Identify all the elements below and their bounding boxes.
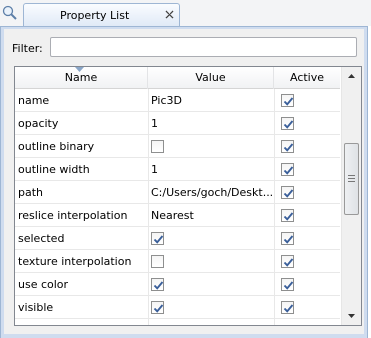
table-row[interactable]: outline width 1	[15, 158, 340, 181]
table-row[interactable]: name Pic3D	[15, 89, 340, 112]
property-name: reslice interpolation	[18, 209, 128, 222]
property-name: outline binary	[18, 140, 95, 153]
active-checkbox[interactable]	[281, 140, 294, 153]
table-header: Name Value Active	[15, 67, 340, 89]
active-checkbox[interactable]	[281, 278, 294, 291]
active-checkbox[interactable]	[281, 255, 294, 268]
sort-arrow-icon	[75, 67, 84, 72]
property-name: texture interpolation	[18, 255, 132, 268]
active-checkbox[interactable]	[281, 209, 294, 222]
property-value[interactable]	[151, 250, 272, 273]
tab-title: Property List	[60, 9, 130, 22]
property-value-text: Pic3D	[151, 94, 182, 107]
value-checkbox[interactable]	[151, 255, 164, 268]
close-icon[interactable]	[163, 8, 176, 21]
property-value[interactable]	[151, 296, 272, 319]
property-active	[278, 112, 338, 135]
table-row[interactable]	[15, 319, 340, 325]
active-checkbox[interactable]	[281, 186, 294, 199]
value-checkbox[interactable]	[151, 232, 164, 245]
active-checkbox[interactable]	[281, 301, 294, 314]
scrollbar-thumb[interactable]	[344, 143, 359, 215]
active-checkbox[interactable]	[281, 94, 294, 107]
property-active	[278, 204, 338, 227]
property-active	[278, 135, 338, 158]
property-name: path	[18, 186, 44, 199]
property-value[interactable]	[151, 135, 272, 158]
scroll-down-icon[interactable]	[343, 308, 360, 324]
table-row[interactable]: texture interpolation	[15, 250, 340, 273]
property-active	[278, 227, 338, 250]
value-checkbox[interactable]	[151, 140, 164, 153]
property-value-text: Nearest	[151, 209, 194, 222]
table-row[interactable]: reslice interpolation Nearest	[15, 204, 340, 227]
column-header-active[interactable]: Active	[274, 67, 340, 89]
table-row[interactable]: opacity 1	[15, 112, 340, 135]
active-checkbox[interactable]	[281, 163, 294, 176]
scroll-up-icon[interactable]	[343, 68, 360, 84]
table-row[interactable]: visible	[15, 296, 340, 319]
property-name: use color	[18, 278, 69, 291]
property-active	[278, 296, 338, 319]
property-table: Name Value Active name Pic3D opacity 1 outli…	[14, 66, 362, 326]
table-row[interactable]: path C:/Users/goch/Deskt...	[15, 181, 340, 204]
property-value[interactable]: Nearest	[151, 204, 272, 227]
property-name: visible	[18, 301, 54, 314]
value-checkbox[interactable]	[151, 278, 164, 291]
column-header-value-label: Value	[195, 71, 226, 84]
search-icon[interactable]	[2, 5, 18, 21]
column-header-active-label: Active	[289, 71, 325, 84]
property-value[interactable]: C:/Users/goch/Deskt...	[151, 181, 272, 204]
column-header-name-label: Name	[64, 71, 98, 84]
table-row[interactable]: use color	[15, 273, 340, 296]
column-header-value[interactable]: Value	[148, 67, 274, 89]
property-value[interactable]	[151, 273, 272, 296]
vertical-scrollbar[interactable]	[341, 67, 361, 325]
property-name: opacity	[18, 117, 59, 130]
property-name: outline width	[18, 163, 90, 176]
property-value[interactable]: 1	[151, 158, 272, 181]
property-active	[278, 273, 338, 296]
table-row[interactable]: outline binary	[15, 135, 340, 158]
active-checkbox[interactable]	[281, 117, 294, 130]
property-value-text: 1	[151, 117, 158, 130]
property-value[interactable]: Pic3D	[151, 89, 272, 112]
tab-property-list[interactable]: Property List	[23, 3, 180, 27]
property-name: name	[18, 94, 50, 107]
property-active	[278, 181, 338, 204]
property-value-text: C:/Users/goch/Deskt...	[151, 186, 272, 199]
panel-body: Filter: Name Value Active name Pic3D opa…	[4, 29, 364, 334]
property-active	[278, 89, 338, 112]
table-row[interactable]: selected	[15, 227, 340, 250]
filter-label: Filter:	[12, 42, 43, 55]
column-header-name[interactable]: Name	[15, 67, 148, 89]
property-value[interactable]	[151, 227, 272, 250]
property-list-panel: Filter: Name Value Active name Pic3D opa…	[0, 27, 368, 338]
value-checkbox[interactable]	[151, 301, 164, 314]
tab-strip: Property List	[0, 0, 371, 27]
active-checkbox[interactable]	[281, 232, 294, 245]
property-active	[278, 250, 338, 273]
property-active	[278, 158, 338, 181]
filter-input[interactable]	[50, 37, 357, 57]
property-value[interactable]: 1	[151, 112, 272, 135]
property-name: selected	[18, 232, 65, 245]
property-value-text: 1	[151, 163, 158, 176]
